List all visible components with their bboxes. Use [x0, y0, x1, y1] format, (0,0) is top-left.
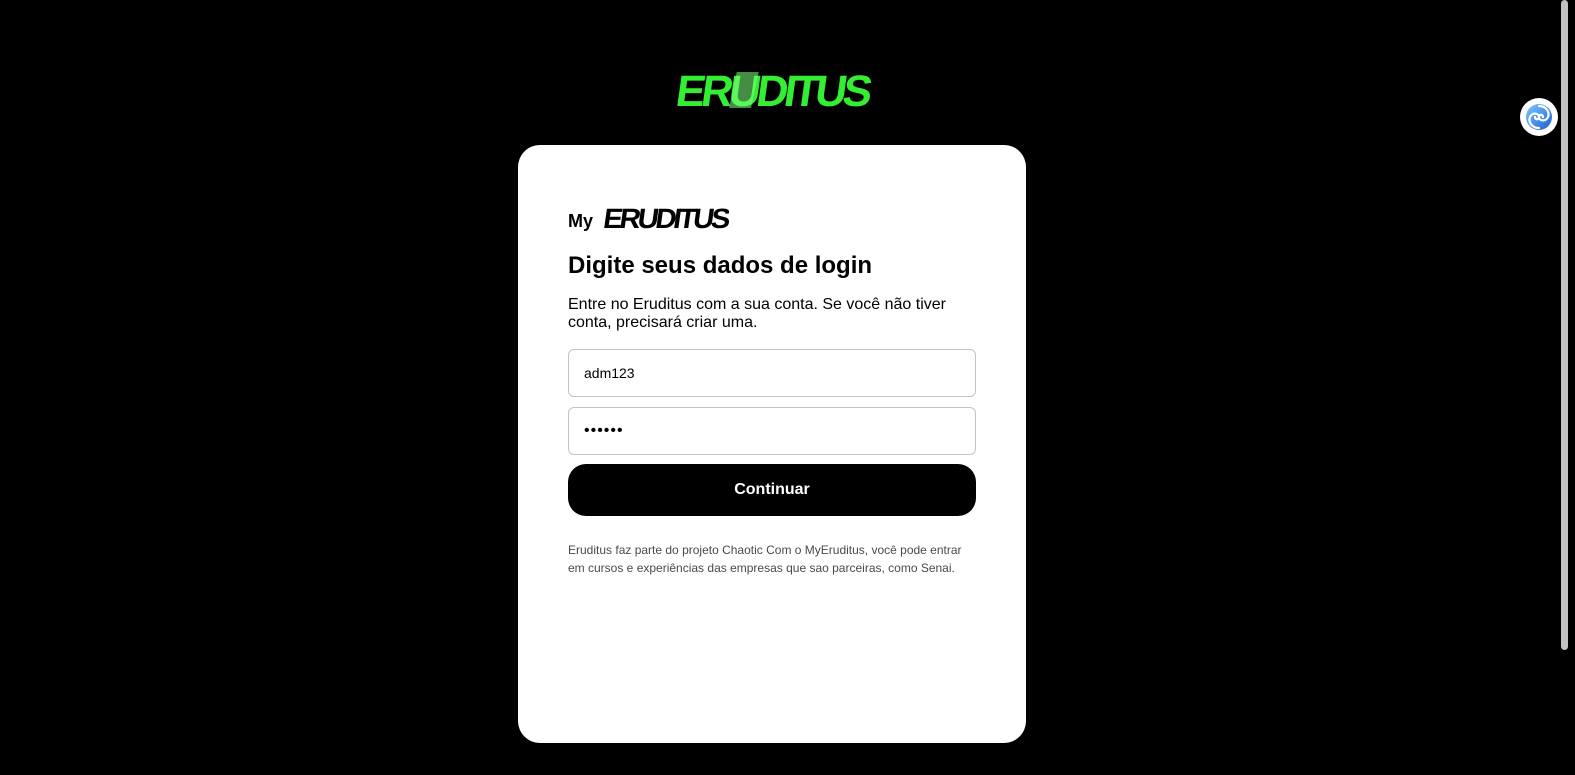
eruditus-logo: ERUDITUS [673, 67, 872, 114]
scrollbar-thumb[interactable] [1561, 0, 1568, 650]
logo-text: ERUDITUS [673, 67, 872, 114]
continue-button[interactable]: Continuar [568, 464, 976, 516]
extension-button[interactable] [1520, 98, 1558, 136]
login-card: My ERUDITUS Digite seus dados de login E… [518, 145, 1026, 743]
login-description: Entre no Eruditus com a sua conta. Se vo… [568, 296, 946, 331]
username-input[interactable] [568, 349, 976, 397]
brand-prefix: My [568, 211, 594, 231]
brand-row: My ERUDITUS [568, 201, 729, 233]
password-input[interactable] [568, 407, 976, 455]
login-page: ERUDITUS My ERUDITUS Digite seus dados d… [0, 0, 1575, 775]
my-eruditus-logo: ERUDITUS [601, 203, 729, 233]
footnote-text: Eruditus faz parte do projeto Chaotic Co… [568, 543, 962, 575]
swirl-extension-icon [1526, 104, 1552, 130]
page-title: Digite seus dados de login [568, 252, 873, 279]
brand-logo-text: ERUDITUS [601, 203, 729, 233]
